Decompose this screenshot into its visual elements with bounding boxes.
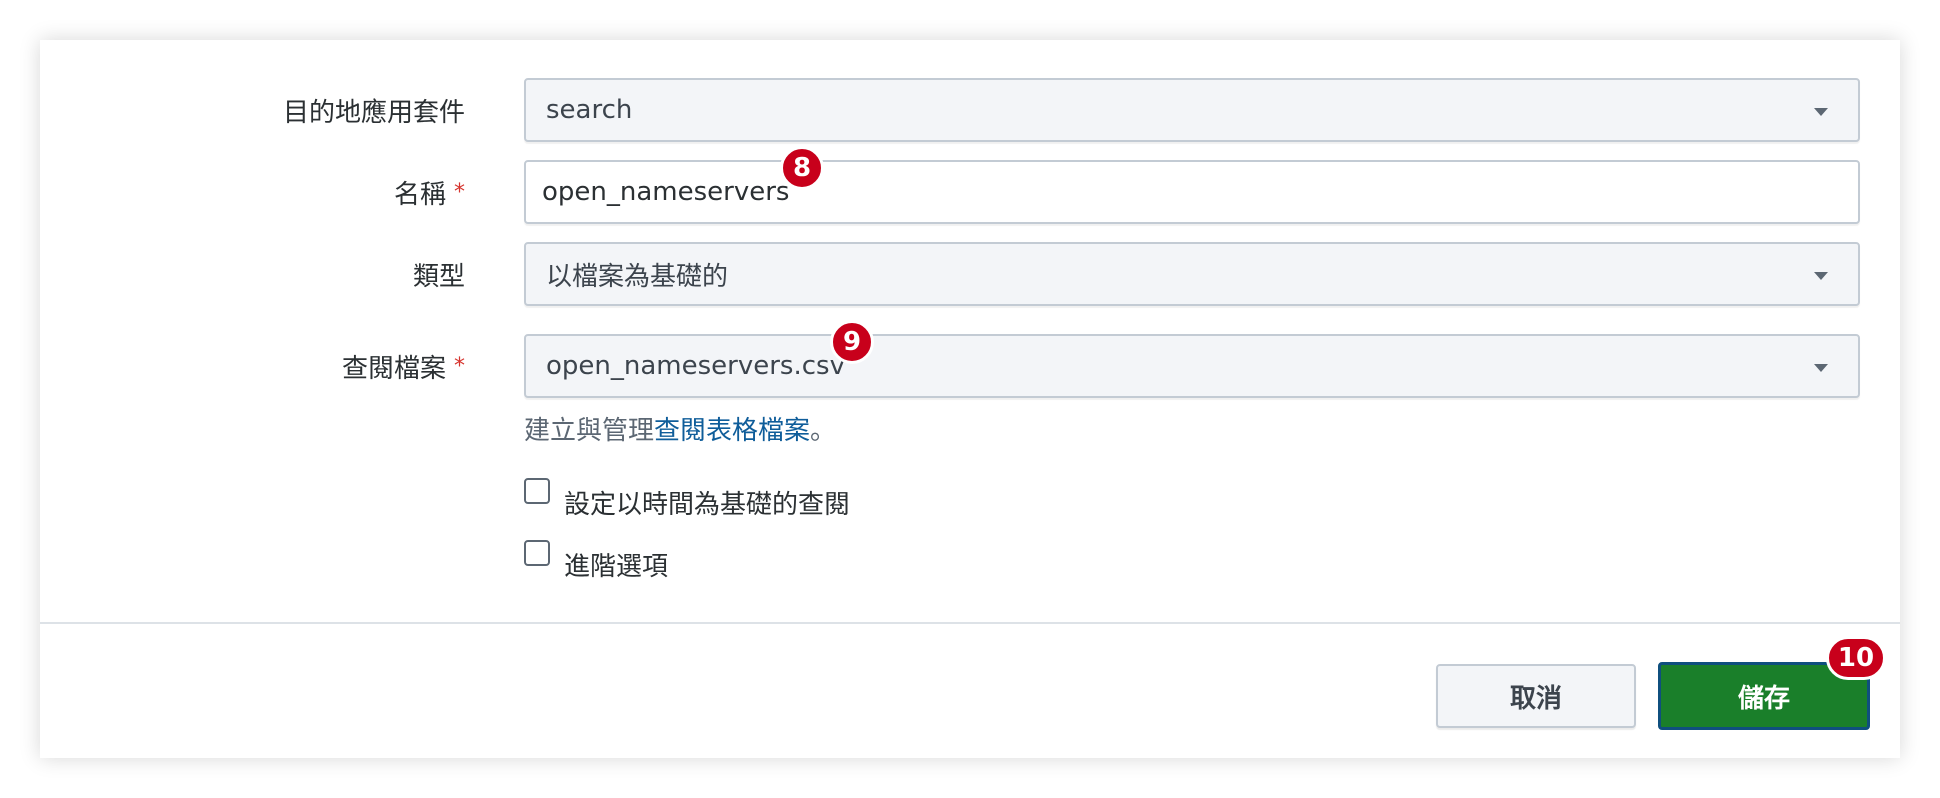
name-input-value: open_nameservers: [542, 177, 790, 207]
app-select-value: search: [546, 95, 633, 125]
advanced-options-option[interactable]: 進階選項: [524, 540, 668, 583]
cancel-button[interactable]: 取消: [1436, 664, 1636, 728]
lookup-file-label-text: 查閱檔案: [341, 354, 446, 384]
advanced-options-checkbox[interactable]: [524, 540, 550, 566]
name-label-text: 名稱: [393, 180, 446, 210]
app-label-text: 目的地應用套件: [282, 98, 465, 128]
step-badge-10: 10: [1826, 636, 1886, 680]
type-label: 類型: [413, 256, 465, 293]
app-select[interactable]: search: [524, 78, 1860, 142]
name-label: 名稱 *: [394, 174, 465, 211]
advanced-options-label: 進階選項: [564, 552, 669, 582]
lookup-file-select-value: open_nameservers.csv: [546, 351, 845, 381]
chevron-down-icon: [1814, 364, 1828, 372]
time-based-lookup-checkbox[interactable]: [524, 478, 550, 504]
chevron-down-icon: [1814, 108, 1828, 116]
required-marker: *: [454, 180, 465, 205]
type-select-value: 以檔案為基礎的: [546, 261, 729, 292]
required-marker: *: [454, 354, 465, 379]
lookup-table-files-link[interactable]: 查閱表格檔案: [654, 416, 810, 446]
lookup-file-label: 查閱檔案 *: [342, 348, 465, 385]
type-select[interactable]: 以檔案為基礎的: [524, 242, 1860, 306]
app-label: 目的地應用套件: [283, 92, 465, 129]
step-badge-9: 9: [830, 320, 874, 364]
lookup-definition-dialog: 目的地應用套件 search 名稱 * open_nameservers 8 類型…: [40, 40, 1900, 758]
name-input[interactable]: open_nameservers: [524, 160, 1860, 224]
time-based-lookup-label: 設定以時間為基礎的查閱: [564, 490, 851, 520]
footer-divider: [40, 622, 1900, 624]
lookup-file-help: 建立與管理查閱表格檔案。: [524, 410, 836, 447]
type-label-text: 類型: [412, 262, 465, 292]
time-based-lookup-option[interactable]: 設定以時間為基礎的查閱: [524, 478, 850, 521]
chevron-down-icon: [1814, 272, 1828, 280]
help-suffix: 。: [810, 416, 837, 446]
step-badge-8: 8: [780, 146, 824, 190]
help-prefix: 建立與管理: [524, 416, 655, 446]
lookup-file-select[interactable]: open_nameservers.csv: [524, 334, 1860, 398]
